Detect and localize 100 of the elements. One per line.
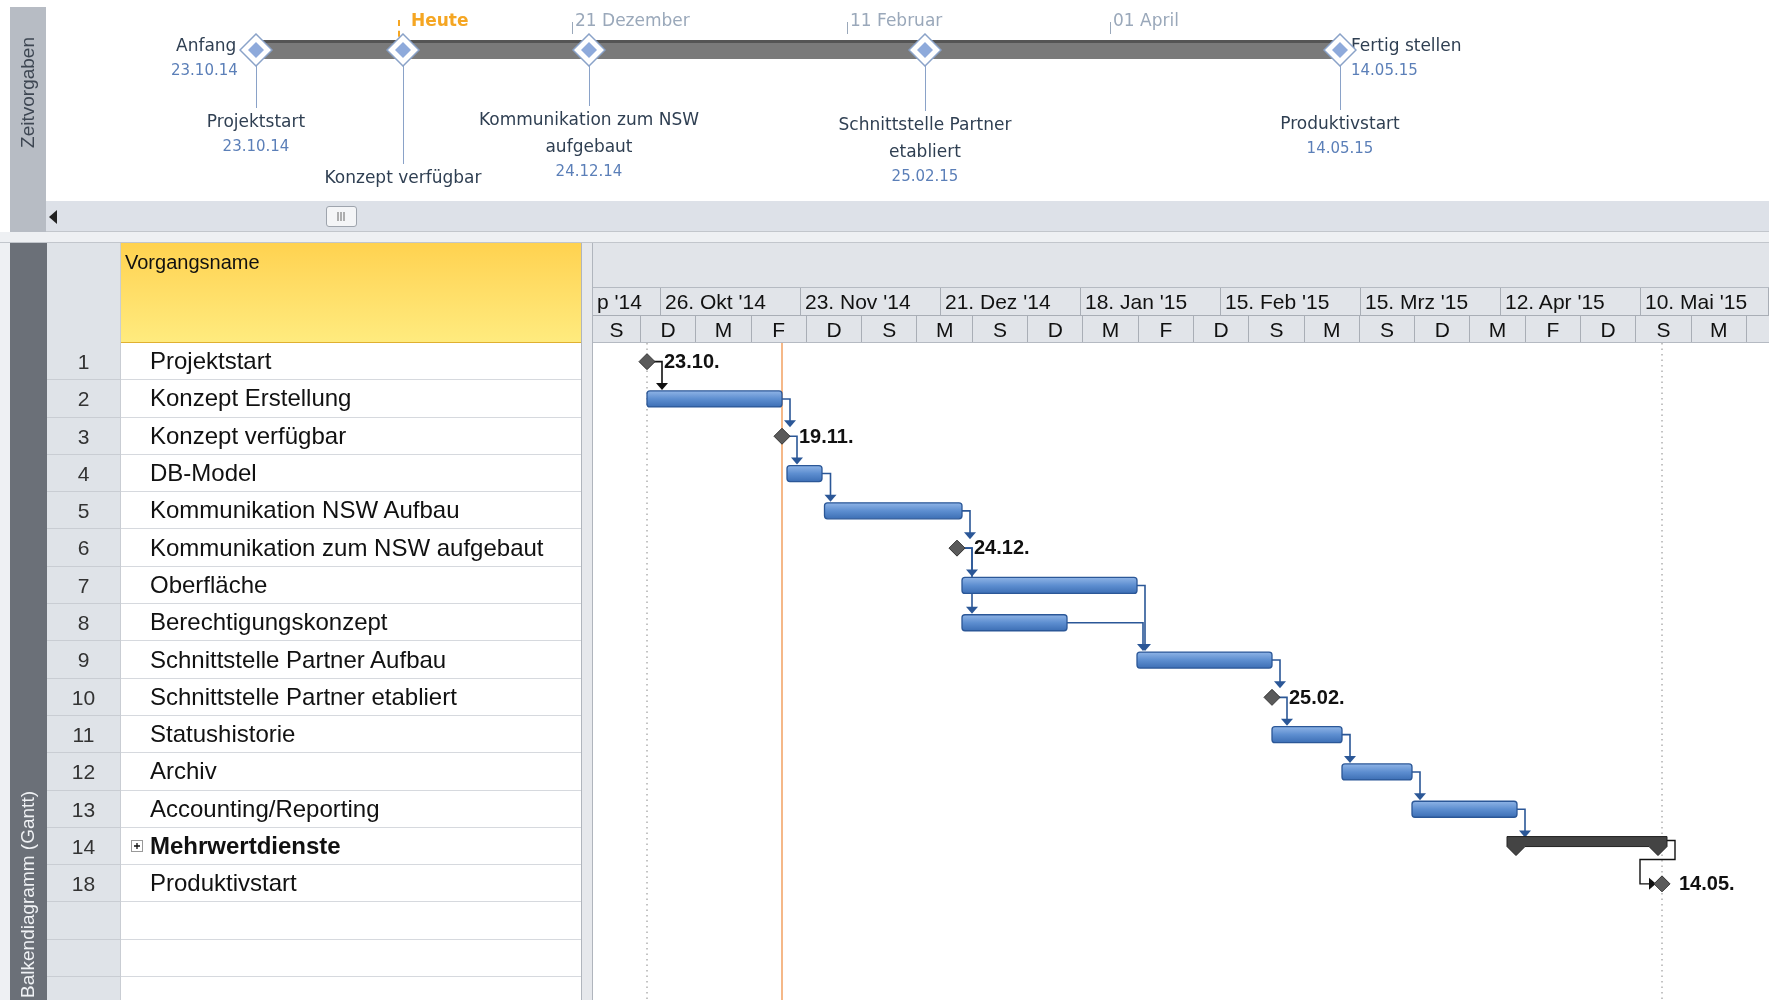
timescale-cell: 18. Jan '15 [1081, 288, 1221, 315]
row-number[interactable]: 7 [47, 566, 121, 605]
milestone-diamond-icon[interactable] [773, 427, 791, 445]
dependency-arrow [961, 510, 976, 540]
task-bar[interactable] [786, 464, 823, 483]
timescale-cell: F [751, 316, 807, 342]
milestone-diamond-icon[interactable] [908, 33, 942, 67]
task-bar[interactable] [1411, 800, 1518, 818]
scroll-left-icon[interactable] [49, 210, 58, 224]
row-number[interactable]: 12 [47, 753, 121, 791]
timescale-cell: D [641, 316, 697, 342]
row-number[interactable]: 9 [47, 641, 121, 679]
row-number[interactable]: 6 [47, 529, 121, 567]
row-number[interactable]: 5 [47, 492, 121, 530]
summary-bar[interactable] [1506, 836, 1668, 857]
row-number[interactable]: 11 [47, 715, 121, 754]
milestone-diamond-icon[interactable] [1653, 875, 1671, 893]
milestone-diamond-icon[interactable] [1263, 688, 1281, 706]
milestone-diamond-icon[interactable] [572, 33, 606, 67]
timescale-cell: D [1581, 316, 1637, 342]
row-number[interactable]: 1 [47, 343, 121, 381]
milestone-date: 24.12.14 [555, 161, 623, 182]
timescale-cell: M [1470, 316, 1526, 342]
milestone-diamond-icon[interactable] [386, 33, 420, 67]
task-name: Produktivstart [150, 868, 297, 899]
timescale-cell: 10. Mai '15 [1641, 288, 1769, 315]
row-number[interactable]: 13 [47, 790, 121, 828]
milestone-date: 25.02.15 [891, 166, 959, 187]
row-number[interactable]: 2 [47, 380, 121, 418]
task-name: Statushistorie [150, 719, 296, 750]
task-bar[interactable] [961, 576, 1138, 595]
task-name: Konzept verfügbar [150, 420, 347, 451]
timescale-cell: S [1359, 316, 1416, 342]
timescale-cell: D [1415, 316, 1471, 342]
timescale-cell: 12. Apr '15 [1501, 288, 1641, 315]
grip-icon [336, 212, 347, 221]
connector-line [589, 66, 590, 106]
milestone-date: 23.10.14 [222, 136, 290, 157]
row-number[interactable]: 3 [47, 417, 121, 455]
milestone-date: 14.05. [1679, 872, 1735, 895]
task-name: Konzept Erstellung [150, 383, 352, 414]
task-name: Mehrwertdienste [150, 831, 341, 861]
task-name: Projektstart [150, 346, 272, 377]
task-name: DB-Model [150, 458, 257, 489]
timescale-cell: D [1193, 316, 1250, 342]
task-name: Schnittstelle Partner etabliert [150, 681, 457, 712]
row-number[interactable]: 10 [47, 678, 121, 716]
today-label: Heute [411, 9, 469, 32]
dependency-arrow [821, 472, 837, 502]
dependency-arrow [1516, 808, 1531, 838]
dependency-arrow [1411, 771, 1426, 801]
task-name: Oberfläche [150, 569, 268, 600]
finish-label: Fertig stellen [1351, 34, 1462, 57]
tick-label: 11 Februar [850, 9, 943, 32]
milestone-diamond-icon[interactable] [239, 33, 273, 67]
dependency-arrow [1271, 659, 1286, 689]
dependency-arrow [1341, 733, 1356, 763]
timescale-cell: M [696, 316, 752, 342]
timescale-cell: S [1249, 316, 1305, 342]
task-name: Archiv [150, 756, 217, 787]
connector-line [1340, 66, 1341, 110]
task-bar[interactable] [961, 614, 1068, 632]
milestone-diamond-icon[interactable] [638, 353, 656, 371]
column-header[interactable]: Vorgangsname [121, 243, 581, 343]
milestone-name: Produktivstart [1280, 112, 1400, 135]
timescale-cell: 26. Okt '14 [661, 288, 801, 315]
timescale-cell: S [972, 316, 1029, 342]
dependency-arrow [1639, 839, 1676, 890]
expand-icon[interactable] [131, 840, 143, 852]
connector-line [256, 66, 257, 108]
row-number[interactable]: 18 [47, 865, 121, 903]
milestone-date: 19.11. [799, 424, 854, 447]
milestone-name: Kommunikation zum NSW aufgebaut [478, 108, 700, 158]
horizontal-scrollbar[interactable] [46, 201, 1769, 232]
row-number[interactable]: 4 [47, 454, 121, 493]
timescale-cell: 15. Mrz '15 [1361, 288, 1501, 315]
timeline-tab[interactable]: Zeitvorgaben [10, 7, 46, 232]
timescale-cell: S [1636, 316, 1692, 342]
timescale-cell: S [593, 316, 641, 342]
milestone-date: 25.02. [1289, 685, 1345, 708]
task-name: Berechtigungskonzept [150, 607, 388, 638]
milestone-date: 23.10. [664, 349, 720, 372]
milestone-diamond-icon[interactable] [948, 539, 966, 557]
timescale-cell: p '14 [593, 288, 661, 315]
timescale-cell: 15. Feb '15 [1221, 288, 1361, 315]
task-name: Accounting/Reporting [150, 793, 380, 824]
finish-date: 14.05.15 [1351, 60, 1418, 81]
timescale-cell: D [806, 316, 863, 342]
task-bar[interactable] [646, 390, 783, 408]
row-number[interactable]: 8 [47, 604, 121, 642]
row-number[interactable]: 14 [47, 827, 121, 866]
timescale-cell: 23. Nov '14 [801, 288, 941, 315]
task-bar[interactable] [1271, 726, 1343, 744]
dependency-arrow [781, 398, 796, 428]
scrollbar-thumb[interactable] [326, 206, 357, 227]
gantt-tab[interactable]: Balkendiagramm (Gantt) [10, 243, 47, 1000]
timescale-cell: S [862, 316, 918, 342]
task-bar[interactable] [1341, 763, 1413, 781]
start-label: Anfang [176, 34, 237, 57]
timescale-cell: F [1525, 316, 1582, 342]
